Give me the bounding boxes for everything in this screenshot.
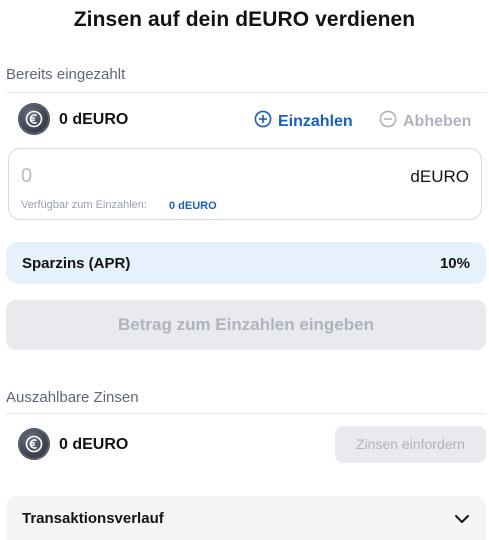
- section-divider: [6, 413, 486, 414]
- section-divider: [6, 92, 486, 93]
- chevron-down-icon: [454, 512, 470, 530]
- amount-unit: dEURO: [410, 167, 469, 186]
- minus-circle-icon: [379, 110, 397, 133]
- enter-amount-button[interactable]: Betrag zum Einzahlen eingeben: [6, 300, 486, 350]
- transaction-history-label: Transaktionsverlauf: [22, 510, 164, 527]
- available-label: Verfügbar zum Einzahlen:: [21, 199, 147, 211]
- deposited-balance: 0 dEURO: [59, 111, 129, 128]
- savings-rate-value: 10%: [439, 255, 470, 272]
- deuro-coin-icon: [18, 428, 50, 460]
- savings-rate-row: Sparzins (APR) 10%: [6, 242, 486, 284]
- interest-section-label: Auszahlbare Zinsen: [6, 389, 139, 406]
- transaction-history-toggle[interactable]: Transaktionsverlauf: [6, 496, 486, 540]
- withdraw-tab-label: Abheben: [403, 112, 472, 130]
- savings-rate-label: Sparzins (APR): [22, 255, 131, 272]
- amount-input-box: dEURO Verfügbar zum Einzahlen: 0 dEURO: [8, 148, 482, 220]
- withdraw-tab-button[interactable]: Abheben: [379, 110, 471, 133]
- available-value[interactable]: 0 dEURO: [169, 200, 217, 212]
- plus-circle-icon: [254, 110, 272, 133]
- deposit-tab-label: Einzahlen: [278, 112, 353, 130]
- page-title: Zinsen auf dein dEURO verdienen: [73, 8, 416, 31]
- amount-input[interactable]: [21, 165, 321, 188]
- claim-interest-button[interactable]: Zinsen einfordern: [335, 426, 486, 463]
- deposit-tab-button[interactable]: Einzahlen: [254, 110, 353, 133]
- deuro-coin-icon: [18, 103, 50, 135]
- interest-balance: 0 dEURO: [59, 436, 129, 453]
- deposited-section-label: Bereits eingezahlt: [6, 66, 126, 83]
